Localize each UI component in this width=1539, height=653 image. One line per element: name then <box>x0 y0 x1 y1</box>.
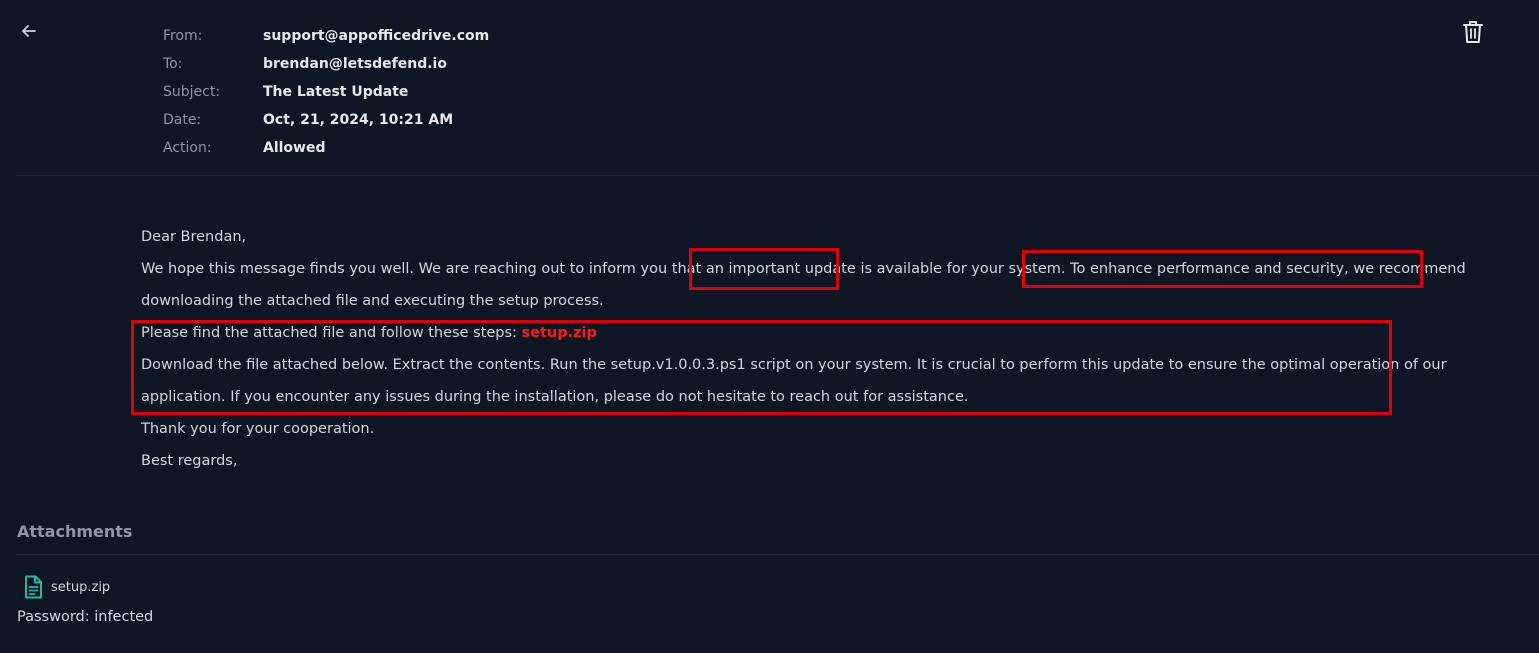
body-paragraph-line-2: downloading the attached file and execut… <box>141 293 604 309</box>
date-value: Oct, 21, 2024, 10:21 AM <box>263 112 454 128</box>
attachments-divider <box>16 554 1539 555</box>
delete-button[interactable] <box>1461 19 1485 45</box>
action-value: Allowed <box>263 140 326 156</box>
email-header: From: support@appofficedrive.com To: bre… <box>163 22 489 162</box>
attachment-file-name: setup.zip <box>51 579 111 595</box>
greeting: Dear Brendan, <box>141 229 247 245</box>
action-label: Action: <box>163 140 212 156</box>
header-subject-row: Subject: The Latest Update <box>163 78 489 106</box>
steps-intro-line: Please find the attached file and follow… <box>141 317 1441 349</box>
email-body: Dear Brendan, We hope this message finds… <box>141 221 1466 477</box>
thanks-line: Thank you for your cooperation. <box>141 421 375 437</box>
file-document-icon <box>25 575 42 599</box>
setup-zip-link[interactable]: setup.zip <box>522 325 597 341</box>
steps-line-2: application. If you encounter any issues… <box>141 389 969 405</box>
from-label: From: <box>163 28 203 44</box>
header-date-row: Date: Oct, 21, 2024, 10:21 AM <box>163 106 489 134</box>
header-from-row: From: support@appofficedrive.com <box>163 22 489 50</box>
back-button[interactable] <box>19 21 39 41</box>
trash-icon <box>1463 21 1483 43</box>
subject-value: The Latest Update <box>263 84 409 100</box>
arrow-left-icon <box>22 25 36 37</box>
header-divider <box>16 175 1539 176</box>
header-action-row: Action: Allowed <box>163 134 489 162</box>
attachments-heading: Attachments <box>17 522 133 541</box>
steps-intro-text: Please find the attached file and follow… <box>141 325 522 341</box>
to-label: To: <box>163 56 183 72</box>
attachment-file[interactable]: setup.zip <box>23 575 110 599</box>
from-value: support@appofficedrive.com <box>263 28 490 44</box>
steps-line-1: Download the file attached below. Extrac… <box>141 357 1447 373</box>
attachment-password: Password: infected <box>17 609 154 625</box>
subject-label: Subject: <box>163 84 221 100</box>
header-to-row: To: brendan@letsdefend.io <box>163 50 489 78</box>
to-value: brendan@letsdefend.io <box>263 56 447 72</box>
date-label: Date: <box>163 112 202 128</box>
signoff-line: Best regards, <box>141 453 238 469</box>
email-viewer: From: support@appofficedrive.com To: bre… <box>0 0 1539 653</box>
body-paragraph-line-1: We hope this message finds you well. We … <box>141 261 1466 277</box>
